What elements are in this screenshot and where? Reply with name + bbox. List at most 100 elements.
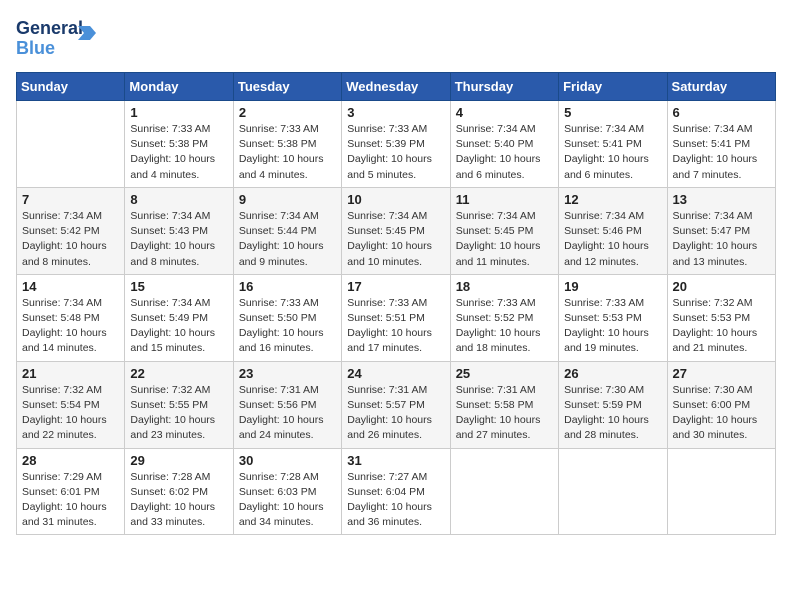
day-number: 25 (456, 366, 553, 381)
calendar-cell: 22 Sunrise: 7:32 AMSunset: 5:55 PMDayligh… (125, 361, 233, 448)
calendar-cell: 1 Sunrise: 7:33 AMSunset: 5:38 PMDaylight… (125, 101, 233, 188)
calendar-cell: 30Sunrise: 7:28 AMSunset: 6:03 PMDayligh… (233, 448, 341, 535)
calendar-cell: 12 Sunrise: 7:34 AMSunset: 5:46 PMDayligh… (559, 187, 667, 274)
calendar-cell: 11 Sunrise: 7:34 AMSunset: 5:45 PMDayligh… (450, 187, 558, 274)
logo-text-general: General (16, 18, 83, 39)
day-number: 28 (22, 453, 119, 468)
col-header-wednesday: Wednesday (342, 73, 450, 101)
day-number: 18 (456, 279, 553, 294)
calendar-cell: 8Sunrise: 7:34 AMSunset: 5:43 PMDaylight… (125, 187, 233, 274)
calendar-cell: 6Sunrise: 7:34 AMSunset: 5:41 PMDaylight… (667, 101, 775, 188)
calendar-cell: 28 Sunrise: 7:29 AMSunset: 6:01 PMDayligh… (17, 448, 125, 535)
day-info: Sunrise: 7:28 AMSunset: 6:02 PMDaylight:… (130, 470, 227, 531)
col-header-saturday: Saturday (667, 73, 775, 101)
calendar-cell: 17 Sunrise: 7:33 AMSunset: 5:51 PMDayligh… (342, 274, 450, 361)
day-info: Sunrise: 7:34 AMSunset: 5:40 PMDaylight:… (456, 122, 553, 183)
day-info: Sunrise: 7:30 AMSunset: 5:59 PMDaylight:… (564, 383, 661, 444)
day-info: Sunrise: 7:34 AMSunset: 5:45 PMDaylight:… (456, 209, 553, 270)
day-info: Sunrise: 7:31 AMSunset: 5:57 PMDaylight:… (347, 383, 444, 444)
day-number: 17 (347, 279, 444, 294)
day-info: Sunrise: 7:33 AMSunset: 5:38 PMDaylight:… (130, 122, 227, 183)
page-header: General Blue (16, 16, 776, 60)
day-info: Sunrise: 7:33 AMSunset: 5:51 PMDaylight:… (347, 296, 444, 357)
day-number: 5 (564, 105, 661, 120)
day-number: 9 (239, 192, 336, 207)
calendar-cell: 2Sunrise: 7:33 AMSunset: 5:38 PMDaylight… (233, 101, 341, 188)
day-info: Sunrise: 7:34 AMSunset: 5:42 PMDaylight:… (22, 209, 119, 270)
day-info: Sunrise: 7:28 AMSunset: 6:03 PMDaylight:… (239, 470, 336, 531)
day-number: 15 (130, 279, 227, 294)
calendar-cell: 27 Sunrise: 7:30 AMSunset: 6:00 PMDayligh… (667, 361, 775, 448)
day-info: Sunrise: 7:32 AMSunset: 5:54 PMDaylight:… (22, 383, 119, 444)
calendar-cell: 23 Sunrise: 7:31 AMSunset: 5:56 PMDayligh… (233, 361, 341, 448)
calendar-cell: 14Sunrise: 7:34 AMSunset: 5:48 PMDayligh… (17, 274, 125, 361)
day-number: 22 (130, 366, 227, 381)
calendar-cell: 20Sunrise: 7:32 AMSunset: 5:53 PMDayligh… (667, 274, 775, 361)
day-info: Sunrise: 7:34 AMSunset: 5:46 PMDaylight:… (564, 209, 661, 270)
day-info: Sunrise: 7:34 AMSunset: 5:44 PMDaylight:… (239, 209, 336, 270)
day-info: Sunrise: 7:34 AMSunset: 5:41 PMDaylight:… (564, 122, 661, 183)
calendar-cell: 26 Sunrise: 7:30 AMSunset: 5:59 PMDayligh… (559, 361, 667, 448)
calendar-cell: 16 Sunrise: 7:33 AMSunset: 5:50 PMDayligh… (233, 274, 341, 361)
calendar-week-row: 7 Sunrise: 7:34 AMSunset: 5:42 PMDaylight… (17, 187, 776, 274)
day-number: 31 (347, 453, 444, 468)
day-number: 20 (673, 279, 770, 294)
calendar-cell: 21 Sunrise: 7:32 AMSunset: 5:54 PMDayligh… (17, 361, 125, 448)
day-info: Sunrise: 7:31 AMSunset: 5:56 PMDaylight:… (239, 383, 336, 444)
day-info: Sunrise: 7:32 AMSunset: 5:55 PMDaylight:… (130, 383, 227, 444)
calendar-cell: 3 Sunrise: 7:33 AMSunset: 5:39 PMDaylight… (342, 101, 450, 188)
col-header-monday: Monday (125, 73, 233, 101)
day-number: 29 (130, 453, 227, 468)
day-number: 11 (456, 192, 553, 207)
day-info: Sunrise: 7:34 AMSunset: 5:49 PMDaylight:… (130, 296, 227, 357)
calendar-cell: 7 Sunrise: 7:34 AMSunset: 5:42 PMDaylight… (17, 187, 125, 274)
calendar-cell: 24 Sunrise: 7:31 AMSunset: 5:57 PMDayligh… (342, 361, 450, 448)
calendar-cell: 13Sunrise: 7:34 AMSunset: 5:47 PMDayligh… (667, 187, 775, 274)
calendar-week-row: 14Sunrise: 7:34 AMSunset: 5:48 PMDayligh… (17, 274, 776, 361)
day-number: 16 (239, 279, 336, 294)
day-number: 24 (347, 366, 444, 381)
day-number: 21 (22, 366, 119, 381)
day-number: 10 (347, 192, 444, 207)
calendar-week-row: 21 Sunrise: 7:32 AMSunset: 5:54 PMDayligh… (17, 361, 776, 448)
day-info: Sunrise: 7:27 AMSunset: 6:04 PMDaylight:… (347, 470, 444, 531)
calendar-cell: 29 Sunrise: 7:28 AMSunset: 6:02 PMDayligh… (125, 448, 233, 535)
calendar-week-row: 1 Sunrise: 7:33 AMSunset: 5:38 PMDaylight… (17, 101, 776, 188)
day-number: 4 (456, 105, 553, 120)
day-info: Sunrise: 7:30 AMSunset: 6:00 PMDaylight:… (673, 383, 770, 444)
calendar-cell: 31 Sunrise: 7:27 AMSunset: 6:04 PMDayligh… (342, 448, 450, 535)
day-number: 7 (22, 192, 119, 207)
day-info: Sunrise: 7:33 AMSunset: 5:38 PMDaylight:… (239, 122, 336, 183)
calendar-cell: 18 Sunrise: 7:33 AMSunset: 5:52 PMDayligh… (450, 274, 558, 361)
day-number: 1 (130, 105, 227, 120)
logo-arrow-icon (78, 26, 96, 40)
day-number: 13 (673, 192, 770, 207)
calendar-cell (559, 448, 667, 535)
day-info: Sunrise: 7:33 AMSunset: 5:50 PMDaylight:… (239, 296, 336, 357)
day-number: 12 (564, 192, 661, 207)
day-info: Sunrise: 7:29 AMSunset: 6:01 PMDaylight:… (22, 470, 119, 531)
col-header-friday: Friday (559, 73, 667, 101)
calendar-cell: 5 Sunrise: 7:34 AMSunset: 5:41 PMDaylight… (559, 101, 667, 188)
calendar-cell: 25 Sunrise: 7:31 AMSunset: 5:58 PMDayligh… (450, 361, 558, 448)
calendar-cell: 15 Sunrise: 7:34 AMSunset: 5:49 PMDayligh… (125, 274, 233, 361)
day-info: Sunrise: 7:34 AMSunset: 5:45 PMDaylight:… (347, 209, 444, 270)
day-info: Sunrise: 7:34 AMSunset: 5:48 PMDaylight:… (22, 296, 119, 357)
logo-text-blue: Blue (16, 38, 55, 59)
day-info: Sunrise: 7:31 AMSunset: 5:58 PMDaylight:… (456, 383, 553, 444)
day-number: 27 (673, 366, 770, 381)
day-number: 3 (347, 105, 444, 120)
day-number: 26 (564, 366, 661, 381)
day-info: Sunrise: 7:33 AMSunset: 5:52 PMDaylight:… (456, 296, 553, 357)
day-info: Sunrise: 7:33 AMSunset: 5:39 PMDaylight:… (347, 122, 444, 183)
calendar-table: SundayMondayTuesdayWednesdayThursdayFrid… (16, 72, 776, 535)
col-header-tuesday: Tuesday (233, 73, 341, 101)
col-header-thursday: Thursday (450, 73, 558, 101)
col-header-sunday: Sunday (17, 73, 125, 101)
day-info: Sunrise: 7:34 AMSunset: 5:43 PMDaylight:… (130, 209, 227, 270)
calendar-cell: 4 Sunrise: 7:34 AMSunset: 5:40 PMDaylight… (450, 101, 558, 188)
calendar-cell: 19Sunrise: 7:33 AMSunset: 5:53 PMDayligh… (559, 274, 667, 361)
day-number: 23 (239, 366, 336, 381)
calendar-cell (450, 448, 558, 535)
day-info: Sunrise: 7:33 AMSunset: 5:53 PMDaylight:… (564, 296, 661, 357)
